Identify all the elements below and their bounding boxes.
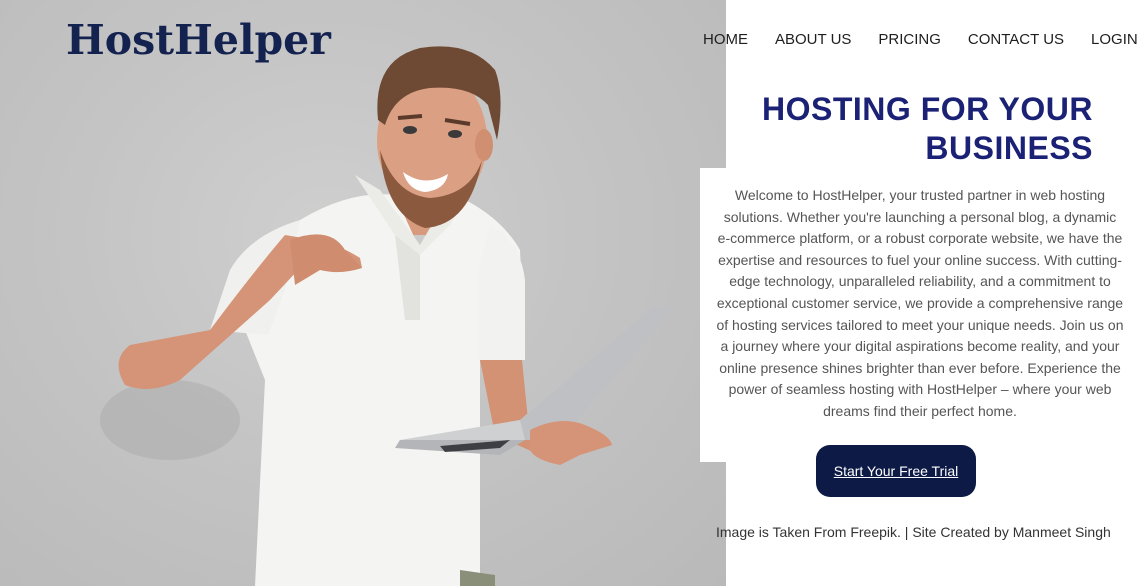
nav-link-pricing[interactable]: PRICING bbox=[878, 31, 941, 51]
hero-headline-line2: BUSINESS bbox=[925, 130, 1093, 166]
hero-headline-line1: HOSTING FOR YOUR bbox=[762, 91, 1093, 127]
nav-link-about-us[interactable]: ABOUT US bbox=[775, 31, 851, 51]
hero-photo bbox=[0, 0, 726, 586]
start-free-trial-label: Start Your Free Trial bbox=[833, 463, 959, 479]
main-nav: HOME ABOUT US PRICING CONTACT US LOGIN bbox=[703, 31, 1138, 51]
site-logo[interactable]: HostHelper bbox=[66, 16, 331, 64]
hero-intro-text: Welcome to HostHelper, your trusted part… bbox=[716, 187, 1124, 419]
start-free-trial-button[interactable]: Start Your Free Trial bbox=[816, 445, 976, 497]
man-with-laptop-illustration bbox=[100, 46, 675, 586]
nav-link-login[interactable]: LOGIN bbox=[1091, 31, 1138, 51]
hero-headline: HOSTING FOR YOUR BUSINESS bbox=[713, 90, 1093, 168]
nav-link-home[interactable]: HOME bbox=[703, 31, 748, 51]
footer-credit: Image is Taken From Freepik. | Site Crea… bbox=[716, 524, 1111, 540]
nav-link-contact-us[interactable]: CONTACT US bbox=[968, 31, 1064, 51]
